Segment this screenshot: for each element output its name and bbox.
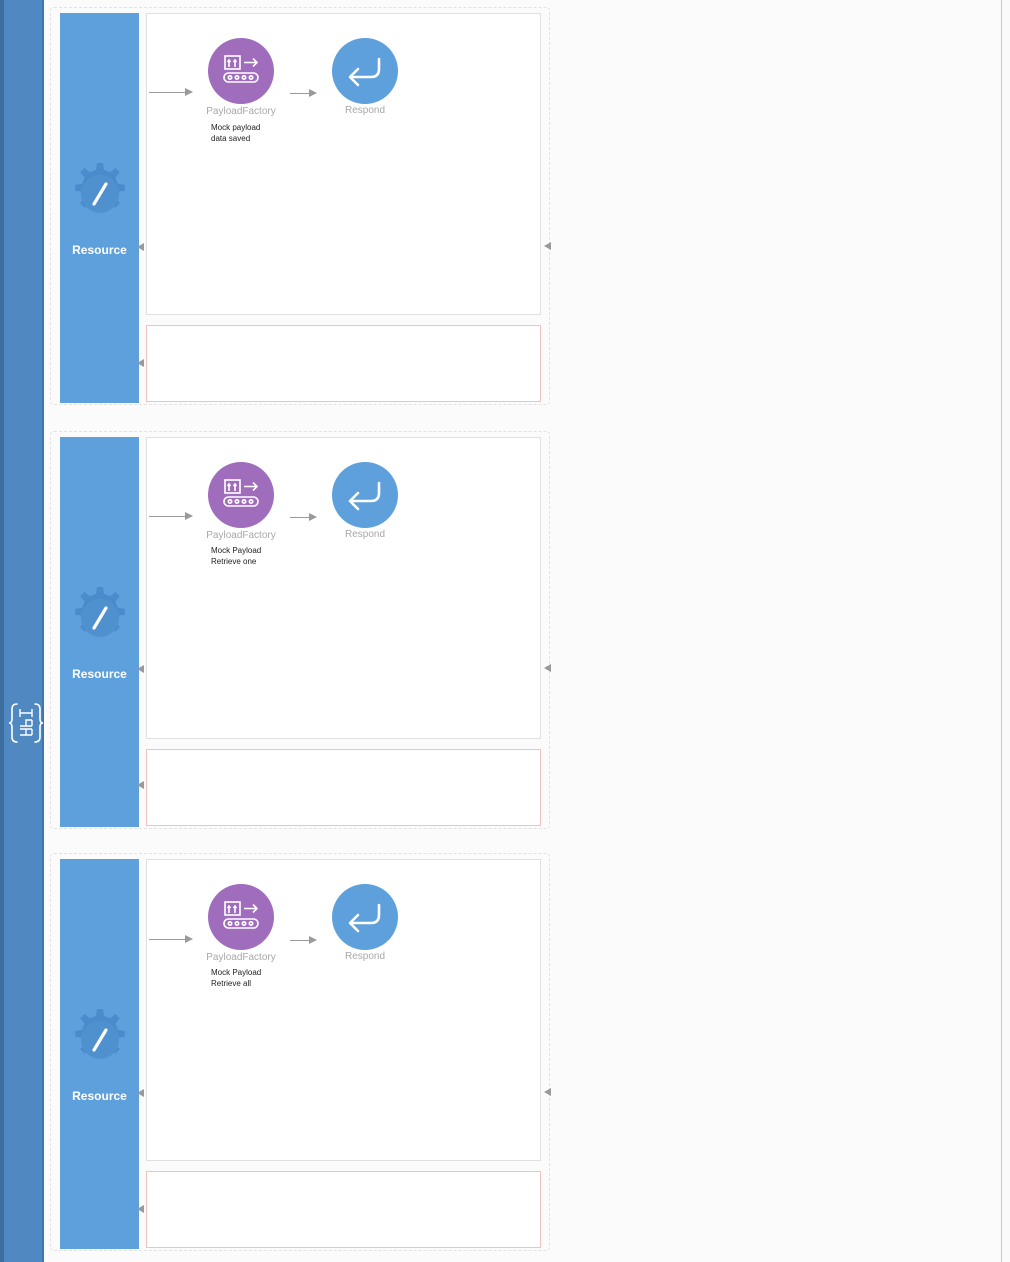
- respond-return-icon: [348, 481, 381, 511]
- resource-label: Resource: [72, 667, 127, 681]
- respond-label: Respond: [344, 529, 386, 540]
- flow-arrow-head: [309, 513, 317, 521]
- fault-sequence-area[interactable]: [146, 1171, 541, 1248]
- in-sequence-pointer: [137, 1089, 144, 1097]
- resource-label: Resource: [72, 243, 127, 257]
- in-sequence-area[interactable]: PayloadFactory Mock payload data saved R…: [146, 13, 541, 315]
- in-sequence-pointer: [137, 243, 144, 251]
- description-line-2: Retrieve one: [211, 557, 257, 566]
- description-line-1: Mock Payload: [211, 546, 262, 555]
- fault-sequence-area[interactable]: [146, 325, 541, 402]
- payload-factory-icon: [223, 901, 259, 929]
- flow-arrow-head: [309, 936, 317, 944]
- respond-return-icon: [348, 57, 381, 87]
- resource-block-2[interactable]: Resource PayloadFactory Mock Payload Ret…: [50, 431, 551, 829]
- description-line-1: Mock Payload: [211, 968, 262, 977]
- respond-mediator[interactable]: [332, 38, 398, 104]
- out-sequence-pointer: [544, 242, 551, 250]
- mediator-description: Mock Payload Retrieve all: [211, 967, 291, 989]
- flow-arrow-head: [185, 512, 193, 520]
- design-canvas: Resource PayloadFactory Mock payload dat…: [0, 0, 1002, 1262]
- flow-arrow-head: [185, 88, 193, 96]
- fault-sequence-pointer: [137, 781, 144, 789]
- mediator-description: Mock payload data saved: [211, 122, 291, 144]
- gear-icon: [75, 163, 125, 213]
- flow-arrow-head: [185, 935, 193, 943]
- flow-arrow: [290, 93, 310, 94]
- payloadfactory-mediator[interactable]: [208, 462, 274, 528]
- resource-block-1[interactable]: Resource PayloadFactory Mock payload dat…: [50, 7, 551, 405]
- fault-sequence-pointer: [137, 359, 144, 367]
- respond-label: Respond: [344, 105, 386, 116]
- respond-mediator[interactable]: [332, 884, 398, 950]
- flow-arrow: [149, 516, 187, 517]
- resource-bar[interactable]: Resource: [60, 13, 139, 403]
- mediator-name: PayloadFactory: [206, 530, 276, 541]
- payloadfactory-mediator[interactable]: [208, 884, 274, 950]
- flow-arrow-head: [309, 89, 317, 97]
- respond-mediator[interactable]: [332, 462, 398, 528]
- description-line-2: data saved: [211, 134, 251, 143]
- api-braces-icon: [8, 703, 44, 743]
- flow-arrow: [149, 92, 187, 93]
- flow-arrow: [290, 940, 310, 941]
- respond-return-icon: [348, 903, 381, 933]
- in-sequence-area[interactable]: PayloadFactory Mock Payload Retrieve one…: [146, 437, 541, 739]
- description-line-2: Retrieve all: [211, 979, 252, 988]
- description-line-1: Mock payload: [211, 123, 261, 132]
- out-sequence-pointer: [544, 664, 551, 672]
- mediator-name: PayloadFactory: [206, 106, 276, 117]
- gear-icon: [75, 587, 125, 637]
- fault-sequence-area[interactable]: [146, 749, 541, 826]
- in-sequence-pointer: [137, 665, 144, 673]
- resource-bar[interactable]: Resource: [60, 859, 139, 1249]
- in-sequence-area[interactable]: PayloadFactory Mock Payload Retrieve all…: [146, 859, 541, 1161]
- resource-label: Resource: [72, 1089, 127, 1103]
- out-sequence-pointer: [544, 1088, 551, 1096]
- payload-factory-icon: [223, 479, 259, 507]
- payloadfactory-mediator[interactable]: [208, 38, 274, 104]
- resource-bar[interactable]: Resource: [60, 437, 139, 827]
- flow-arrow: [290, 517, 310, 518]
- mediator-description: Mock Payload Retrieve one: [211, 545, 291, 567]
- payload-factory-icon: [223, 55, 259, 83]
- api-sidebar[interactable]: [0, 0, 44, 1262]
- respond-label: Respond: [344, 951, 386, 962]
- mediator-name: PayloadFactory: [206, 952, 276, 963]
- resource-block-3[interactable]: Resource PayloadFactory Mock Payload Ret…: [50, 853, 551, 1251]
- flow-arrow: [149, 939, 187, 940]
- fault-sequence-pointer: [137, 1205, 144, 1213]
- gear-icon: [75, 1009, 125, 1059]
